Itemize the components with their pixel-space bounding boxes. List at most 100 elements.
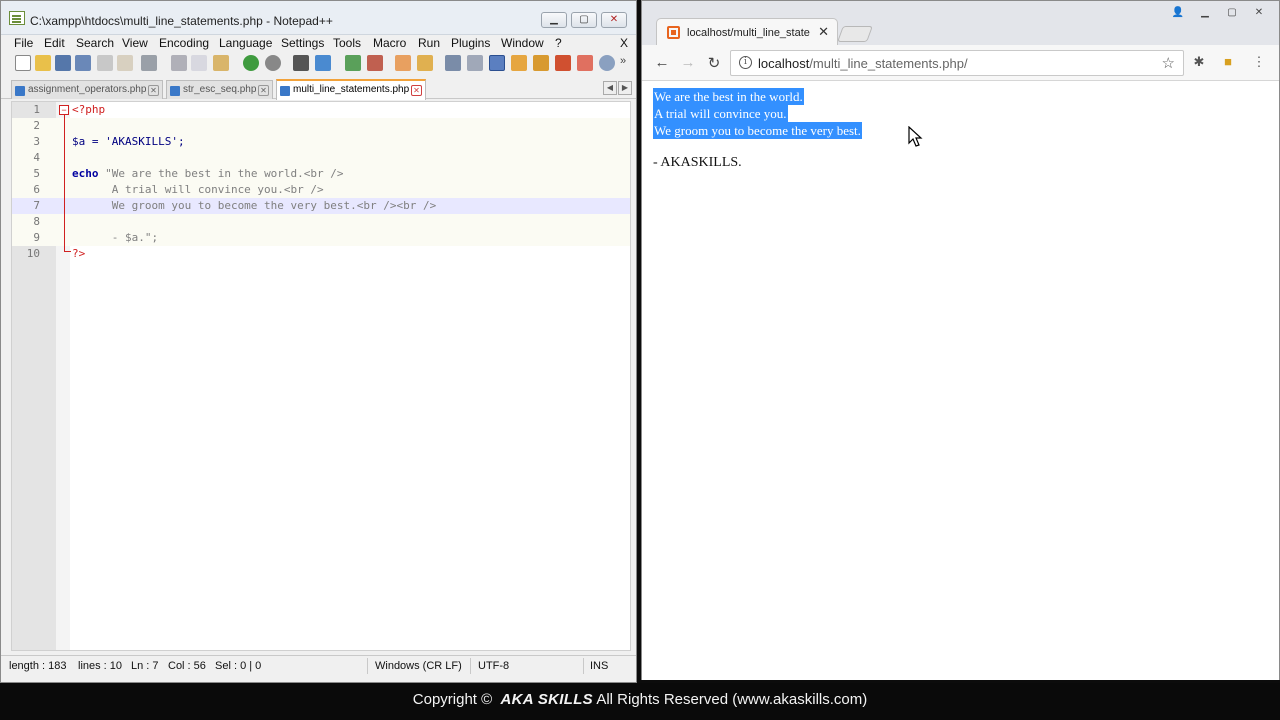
address-bar[interactable]: i localhost/multi_line_statements.php/ ☆ xyxy=(730,50,1184,76)
close-file-icon[interactable] xyxy=(97,55,113,71)
menu-view[interactable]: View xyxy=(122,36,148,50)
code-text: We groom you to become the very best.<br… xyxy=(72,199,437,212)
undo-icon[interactable] xyxy=(243,55,259,71)
menu-macro[interactable]: Macro xyxy=(373,36,406,50)
browser-menu-icon[interactable]: ⋮ xyxy=(1251,54,1267,70)
menu-language[interactable]: Language xyxy=(219,36,272,50)
status-separator xyxy=(470,658,471,674)
new-tab-button[interactable] xyxy=(837,26,873,42)
status-selection: Sel : 0 | 0 xyxy=(215,660,262,672)
tab-multi-line-statements[interactable]: multi_line_statements.php ✕ xyxy=(276,79,426,100)
forward-arrow-icon[interactable]: → xyxy=(679,54,697,71)
notepad-close-button[interactable]: ✕ xyxy=(601,12,627,28)
extension-puzzle-icon[interactable]: ✱ xyxy=(1191,54,1207,70)
browser-window: localhost/multi_line_state ✕ 👤 ▁ ▢ ✕ ← →… xyxy=(641,0,1280,680)
code-editor[interactable]: 1 <?php 2 3 $a = 'AKASKILLS'; 4 5 echo "… xyxy=(11,101,631,651)
menu-run[interactable]: Run xyxy=(418,36,440,50)
print-icon[interactable] xyxy=(141,55,157,71)
notepad-title-bar[interactable]: C:\xampp\htdocs\multi_line_statements.ph… xyxy=(1,1,636,35)
file-icon xyxy=(280,86,290,96)
fold-toggle-icon[interactable]: − xyxy=(59,105,69,115)
notepad-app-icon xyxy=(9,11,25,25)
new-file-icon[interactable] xyxy=(15,55,31,71)
function-list-icon[interactable] xyxy=(533,55,549,71)
bookmark-star-icon[interactable]: ☆ xyxy=(1162,54,1175,72)
menu-search[interactable]: Search xyxy=(76,36,114,50)
notepad-maximize-button[interactable]: ▢ xyxy=(571,12,597,28)
tab-scroll-right-icon[interactable]: ▶ xyxy=(618,81,632,95)
code-text: <?php xyxy=(72,103,106,116)
file-icon xyxy=(15,86,25,96)
menu-tools[interactable]: Tools xyxy=(333,36,361,50)
menu-settings[interactable]: Settings xyxy=(281,36,324,50)
code-line: 1 <?php xyxy=(33,103,106,116)
extension-python-icon[interactable]: ■ xyxy=(1220,54,1236,70)
tab-str-esc-seq[interactable]: str_esc_seq.php ✕ xyxy=(166,80,273,99)
tab-close-icon[interactable]: ✕ xyxy=(148,85,159,96)
toolbar-overflow-icon[interactable]: » xyxy=(620,55,636,71)
browser-tab-close-icon[interactable]: ✕ xyxy=(818,24,829,40)
browser-close-button[interactable]: ✕ xyxy=(1247,5,1271,20)
code-line: 6 A trial will convince you.<br /> xyxy=(12,182,630,198)
notepad-toolbar: » xyxy=(1,53,636,73)
menu-close-document[interactable]: X xyxy=(620,36,628,50)
status-encoding: UTF-8 xyxy=(478,660,510,672)
xampp-favicon-icon xyxy=(667,26,680,39)
stop-macro-icon[interactable] xyxy=(577,55,593,71)
close-all-icon[interactable] xyxy=(117,55,133,71)
fold-guide-end xyxy=(64,251,71,252)
replace-icon[interactable] xyxy=(315,55,331,71)
browser-tab-title: localhost/multi_line_state xyxy=(687,27,810,39)
open-file-icon[interactable] xyxy=(35,55,51,71)
tab-close-icon[interactable]: ✕ xyxy=(411,85,422,96)
page-text-line: A trial will convince you. xyxy=(653,105,788,122)
browser-maximize-button[interactable]: ▢ xyxy=(1220,5,1244,20)
word-wrap-icon[interactable] xyxy=(445,55,461,71)
sync-vertical-icon[interactable] xyxy=(395,55,411,71)
back-arrow-icon[interactable]: ← xyxy=(653,54,671,71)
browser-tab[interactable]: localhost/multi_line_state ✕ xyxy=(656,18,838,45)
status-column: Col : 56 xyxy=(168,660,206,672)
page-signature: - AKASKILLS. xyxy=(653,155,742,170)
site-info-icon[interactable]: i xyxy=(739,56,752,69)
code-text: A trial will convince you.<br /> xyxy=(72,183,324,196)
menu-edit[interactable]: Edit xyxy=(44,36,65,50)
menu-plugins[interactable]: Plugins xyxy=(451,36,490,50)
zoom-out-icon[interactable] xyxy=(367,55,383,71)
browser-profile-icon[interactable]: 👤 xyxy=(1166,5,1190,20)
code-text: ?> xyxy=(72,247,86,260)
code-line-current: 7 We groom you to become the very best.<… xyxy=(12,198,630,214)
menu-file[interactable]: File xyxy=(14,36,33,50)
zoom-in-icon[interactable] xyxy=(345,55,361,71)
paste-icon[interactable] xyxy=(213,55,229,71)
tab-close-icon[interactable]: ✕ xyxy=(258,85,269,96)
tab-assignment-operators[interactable]: assignment_operators.php ✕ xyxy=(11,80,163,99)
redo-icon[interactable] xyxy=(265,55,281,71)
copy-icon[interactable] xyxy=(191,55,207,71)
web-page-content[interactable]: We are the best in the world. A trial wi… xyxy=(642,82,1279,680)
notepad-minimize-button[interactable]: ▁ xyxy=(541,12,567,28)
code-line: 10 ?> xyxy=(26,247,86,260)
indent-guide-icon[interactable] xyxy=(489,55,505,71)
menu-encoding[interactable]: Encoding xyxy=(159,36,209,50)
save-all-icon[interactable] xyxy=(75,55,91,71)
browser-tab-strip[interactable]: localhost/multi_line_state ✕ 👤 ▁ ▢ ✕ xyxy=(642,1,1279,45)
notepad-window: C:\xampp\htdocs\multi_line_statements.ph… xyxy=(0,0,637,683)
status-separator xyxy=(583,658,584,674)
reload-icon[interactable]: ↻ xyxy=(705,54,723,72)
menu-window[interactable]: Window xyxy=(501,36,544,50)
browser-minimize-button[interactable]: ▁ xyxy=(1193,5,1217,20)
save-icon[interactable] xyxy=(55,55,71,71)
status-insert-mode: INS xyxy=(590,660,609,672)
playback-macro-icon[interactable] xyxy=(599,55,615,71)
find-icon[interactable] xyxy=(293,55,309,71)
record-macro-icon[interactable] xyxy=(555,55,571,71)
copyright-banner: Copyright © AKA SKILLS All Rights Reserv… xyxy=(0,683,1280,720)
show-all-characters-icon[interactable] xyxy=(467,55,483,71)
tab-scroll-left-icon[interactable]: ◀ xyxy=(603,81,617,95)
sync-horizontal-icon[interactable] xyxy=(417,55,433,71)
cut-icon[interactable] xyxy=(171,55,187,71)
tab-label: assignment_operators.php xyxy=(28,84,147,95)
menu-help[interactable]: ? xyxy=(555,36,562,50)
folder-icon[interactable] xyxy=(511,55,527,71)
